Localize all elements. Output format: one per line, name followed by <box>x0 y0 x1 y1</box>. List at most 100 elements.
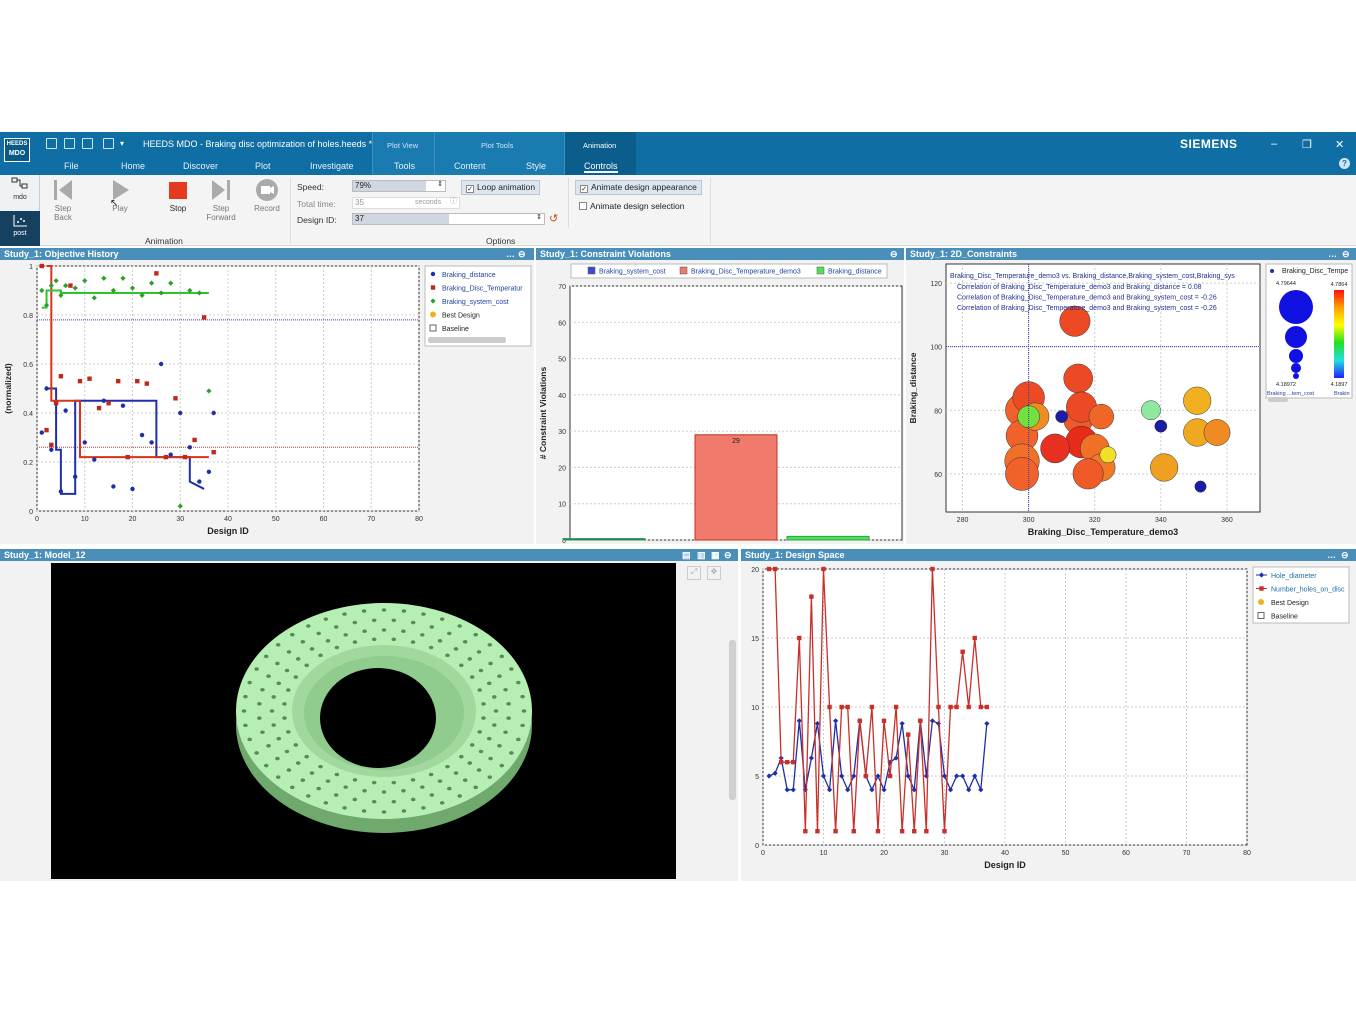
animate-appearance-checkbox[interactable]: ✓ Animate design appearance <box>575 180 702 195</box>
menu-home[interactable]: Home <box>121 161 145 171</box>
help-icon[interactable]: ? <box>1339 158 1350 169</box>
data-point <box>120 403 126 408</box>
app-logo[interactable]: HEEDS MDO <box>4 138 30 162</box>
disc-hole <box>361 609 367 613</box>
disc-hole <box>254 751 259 755</box>
legend-swatch <box>587 266 596 275</box>
panel-design-space-header: Study_1: Design Space … ⊖ <box>741 549 1356 561</box>
disc-hole <box>266 744 271 748</box>
model-scrollbar[interactable] <box>729 640 736 800</box>
disc-hole <box>371 637 377 642</box>
x-tick-label: 70 <box>367 516 375 523</box>
disc-hole <box>447 786 452 791</box>
animate-selection-checkbox[interactable]: Animate design selection <box>579 201 685 211</box>
plot-view-header: Plot View <box>387 141 419 150</box>
disc-hole <box>503 687 508 692</box>
reset-icon[interactable]: ↺ <box>549 212 558 225</box>
panel-grid-icon[interactable]: ▦ <box>711 549 720 561</box>
tab-content[interactable]: Content <box>454 161 486 171</box>
data-point <box>930 566 935 572</box>
tab-tools[interactable]: Tools <box>394 161 415 171</box>
minimize-icon[interactable]: – <box>1271 138 1277 150</box>
disc-hole <box>478 749 484 754</box>
menu-file[interactable]: File <box>64 161 79 171</box>
stop-button[interactable]: Stop <box>158 178 198 228</box>
disc-hole <box>361 809 367 813</box>
x-tick-label: 280 <box>957 517 969 524</box>
post-button[interactable]: post <box>0 211 40 246</box>
panel-close-icon[interactable]: ⊖ <box>890 248 898 260</box>
objective-history-chart[interactable]: 0 10 20 30 40 50 60 70 80 0 0.2 0.4 0.6 0.8 1 Design ID… <box>0 260 534 544</box>
tab-controls[interactable]: Controls <box>584 161 618 173</box>
y-axis-label: Braking_distance <box>908 352 918 423</box>
new-file-icon[interactable] <box>46 138 57 149</box>
data-point <box>778 760 784 765</box>
brake-disc-model <box>236 603 532 833</box>
x-tick-label: 340 <box>1155 517 1167 524</box>
loop-animation-checkbox[interactable]: ✓ Loop animation <box>461 180 541 195</box>
data-point <box>173 396 178 401</box>
menu-plot[interactable]: Plot <box>255 161 271 171</box>
design-space-chart[interactable]: 0 10 20 30 40 50 60 70 80 0 5 10 15 20 Design ID Hole_d… <box>741 561 1356 881</box>
data-point <box>44 427 49 433</box>
close-icon[interactable]: ✕ <box>1335 138 1344 151</box>
data-point <box>58 374 64 379</box>
x-tick-label: 320 <box>1089 517 1101 524</box>
window-title: HEEDS MDO - Braking disc optimization of… <box>143 139 373 149</box>
2d-constraints-chart[interactable]: 280 300 320 340 360 60 80 100 120 Braking_Disc_Te… <box>906 260 1356 544</box>
disc-hole <box>371 618 377 623</box>
color-min-label: 4.1897 <box>1331 382 1348 388</box>
panel-minimize-icon[interactable]: … <box>1328 248 1337 260</box>
x-tick-label: 70 <box>1183 850 1191 857</box>
panel-close-icon[interactable]: ⊖ <box>1342 248 1350 260</box>
data-point <box>178 410 183 416</box>
disc-hole <box>323 801 329 805</box>
quick-access-dropdown-icon[interactable]: ▾ <box>120 139 124 148</box>
menu-investigate[interactable]: Investigate <box>310 161 354 171</box>
speed-slider[interactable]: 79% ⇕ <box>352 180 446 192</box>
bar-value-label: 29 <box>732 438 740 445</box>
correlation-text: Correlation of Braking_Disc_Temperature_… <box>957 284 1202 291</box>
record-button[interactable]: Record <box>247 178 287 228</box>
total-time-input[interactable]: 35 seconds ⓘ <box>352 197 460 209</box>
data-point <box>211 450 216 455</box>
disc-hole <box>497 674 502 678</box>
disc-hole <box>352 778 358 782</box>
save-icon[interactable] <box>82 138 93 149</box>
disc-hole <box>477 688 482 692</box>
step-back-button[interactable]: Step Back <box>43 178 83 228</box>
disc-hole <box>410 778 416 782</box>
mdo-button[interactable]: mdo <box>0 176 40 210</box>
info-icon: ⓘ <box>450 198 457 205</box>
pan-icon[interactable]: ✥ <box>707 566 721 580</box>
disc-hole <box>300 778 306 782</box>
panel-close-icon[interactable]: ⊖ <box>724 549 732 561</box>
panel-layout-icon[interactable]: ▥ <box>697 549 706 561</box>
model-viewport[interactable] <box>51 563 676 879</box>
print-icon[interactable] <box>103 138 114 149</box>
step-forward-button[interactable]: Step Forward <box>201 178 241 228</box>
restore-icon[interactable]: ❐ <box>1302 138 1312 151</box>
menu-discover[interactable]: Discover <box>183 161 218 171</box>
fit-view-icon[interactable]: ⤢ <box>687 566 701 580</box>
disc-hole <box>276 681 282 686</box>
disc-hole <box>453 771 459 775</box>
x-tick-label: 40 <box>1001 850 1009 857</box>
panel-close-icon[interactable]: ⊖ <box>1341 549 1349 561</box>
design-id-slider[interactable]: 37 ⇕ <box>352 213 545 225</box>
play-button[interactable]: Play <box>100 178 140 228</box>
panel-tile-icon[interactable]: ▤ <box>682 549 691 561</box>
disc-hole <box>243 694 248 699</box>
legend-scrollbar <box>1268 397 1288 402</box>
disc-hole <box>282 716 287 720</box>
panel-minimize-icon[interactable]: … <box>1327 549 1336 561</box>
constraint-violations-chart[interactable]: 010203040506070# Constraint ViolationsBr… <box>536 260 904 544</box>
open-folder-icon[interactable] <box>64 138 75 149</box>
plot-header-text: Braking_Disc_Temperature_demo3 vs. Braki… <box>950 273 1235 280</box>
panel-close-icon[interactable]: ⊖ <box>518 248 526 260</box>
panel-minimize-icon[interactable]: … <box>506 248 515 260</box>
tab-style[interactable]: Style <box>526 161 546 171</box>
bubble <box>1194 480 1207 493</box>
data-point <box>869 704 875 710</box>
brand-logo: SIEMENS <box>1180 137 1238 151</box>
